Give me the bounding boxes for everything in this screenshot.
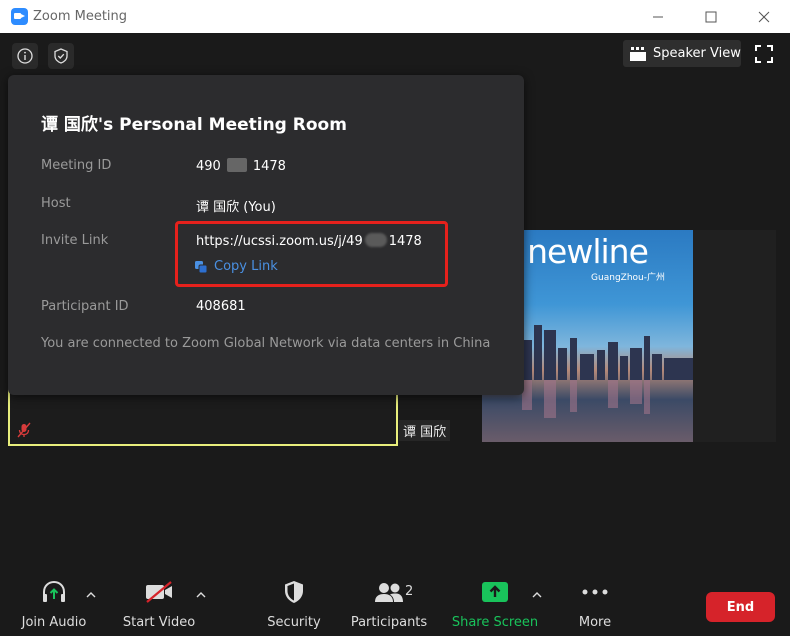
fullscreen-button[interactable] [752, 42, 776, 66]
share-screen-icon [481, 576, 509, 608]
invite-link-highlight [175, 221, 448, 287]
meeting-toolbar: Join Audio Start Video Security Particip… [0, 576, 790, 636]
meeting-id-value: 490 1478 [196, 158, 286, 174]
window-title: Zoom Meeting [33, 9, 128, 24]
participants-icon [374, 576, 404, 608]
more-label: More [578, 615, 612, 630]
join-audio-button[interactable]: Join Audio [16, 576, 92, 636]
close-icon [758, 11, 769, 22]
share-screen-button[interactable]: Share Screen [452, 576, 538, 636]
participant-id-label: Participant ID [41, 299, 129, 314]
chevron-up-icon [532, 592, 542, 598]
fullscreen-icon [755, 45, 773, 63]
popup-title: 谭 国欣's Personal Meeting Room [41, 115, 347, 135]
minimize-button[interactable] [631, 0, 684, 33]
host-value: 谭 国欣 (You) [196, 200, 276, 215]
zoom-logo-icon [11, 8, 28, 25]
security-button[interactable]: Security [262, 576, 326, 636]
end-meeting-button[interactable]: End [706, 592, 775, 622]
join-audio-label: Join Audio [21, 615, 87, 630]
minimize-icon [652, 16, 663, 17]
maximize-button[interactable] [684, 0, 737, 33]
brand-subtitle: GuangZhou-广州 [591, 273, 665, 283]
speaker-view-label: Speaker View [653, 46, 741, 61]
maximize-icon [705, 11, 716, 22]
headphones-icon [40, 576, 68, 608]
chevron-up-icon [196, 592, 206, 598]
window-controls [631, 0, 790, 33]
participants-button[interactable]: Participants [350, 576, 428, 636]
meeting-id-label: Meeting ID [41, 158, 112, 173]
encryption-button[interactable] [48, 43, 74, 69]
host-label: Host [41, 196, 71, 211]
window-title-bar: Zoom Meeting [0, 0, 790, 33]
video-off-icon [144, 576, 174, 608]
shield-check-icon [54, 48, 68, 64]
shield-icon [283, 576, 305, 608]
start-video-label: Start Video [122, 615, 196, 630]
meeting-id-prefix: 490 [196, 159, 221, 174]
more-dots-icon [582, 576, 608, 608]
redaction-block [226, 158, 247, 172]
meeting-info-button[interactable] [12, 43, 38, 69]
invite-link-label: Invite Link [41, 233, 109, 248]
participant-id-value: 408681 [196, 299, 246, 314]
muted-mic-icon [15, 421, 33, 439]
meeting-id-suffix: 1478 [252, 159, 286, 174]
more-button[interactable]: More [570, 576, 620, 636]
video-options-caret[interactable] [194, 588, 208, 602]
speaker-view-icon [630, 46, 646, 61]
close-window-button[interactable] [737, 0, 790, 33]
participants-count: 2 [405, 584, 414, 599]
share-screen-label: Share Screen [451, 615, 539, 630]
self-video-tile [8, 388, 398, 446]
start-video-button[interactable]: Start Video [120, 576, 198, 636]
security-label: Security [267, 615, 321, 630]
participant-name-tag: 谭 国欣 [399, 420, 451, 441]
network-notice: You are connected to Zoom Global Network… [41, 336, 491, 351]
audio-options-caret[interactable] [84, 588, 98, 602]
info-icon [17, 48, 33, 64]
participants-label: Participants [350, 615, 428, 630]
chevron-up-icon [86, 592, 96, 598]
speaker-view-button[interactable]: Speaker View [623, 40, 741, 67]
share-options-caret[interactable] [530, 588, 544, 602]
